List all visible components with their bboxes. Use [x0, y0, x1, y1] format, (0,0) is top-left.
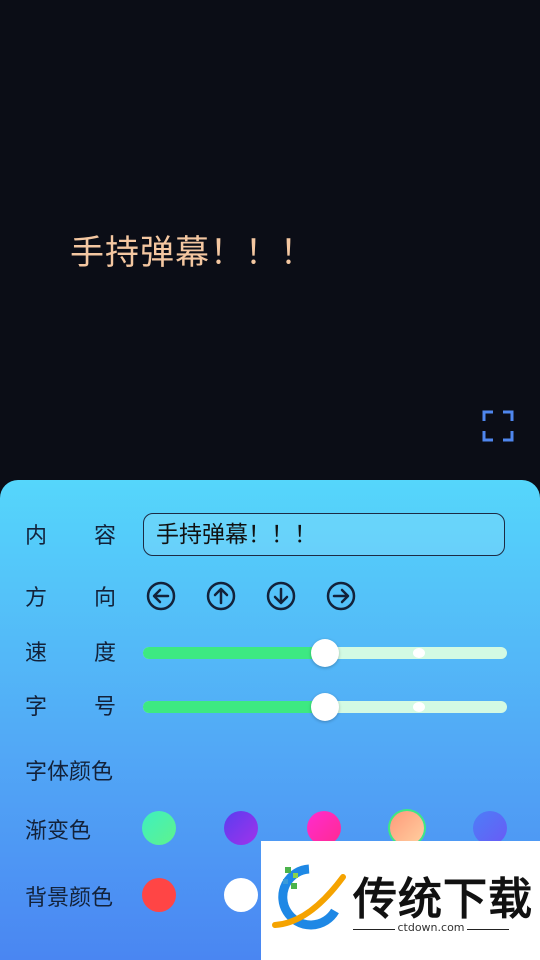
watermark-subtitle: ctdown.com: [397, 921, 465, 934]
gradient-label: 渐变色: [25, 819, 92, 844]
size-slider[interactable]: [143, 693, 507, 721]
gradient-swatch-3[interactable]: [307, 811, 341, 845]
gradient-swatch-4[interactable]: [390, 811, 424, 845]
arrow-down-circle-icon[interactable]: [266, 581, 296, 611]
watermark-line-right: [467, 929, 509, 930]
background-swatch-white[interactable]: [224, 878, 258, 912]
font-color-label: 字体颜色: [25, 760, 114, 785]
content-label: 内 容: [25, 524, 118, 549]
background-swatch-red[interactable]: [142, 878, 176, 912]
direction-label: 方 向: [25, 586, 118, 611]
danmaku-preview: 手持弹幕！！！: [0, 0, 540, 480]
speed-slider-fill: [143, 647, 325, 659]
preview-text: 手持弹幕！！！: [70, 233, 315, 273]
arrow-left-circle-icon[interactable]: [146, 581, 176, 611]
gradient-swatch-5[interactable]: [473, 811, 507, 845]
speed-slider[interactable]: [143, 639, 507, 667]
watermark-title: 传统下载: [353, 874, 533, 925]
speed-label: 速 度: [25, 641, 118, 666]
gradient-swatch-2[interactable]: [224, 811, 258, 845]
speed-slider-thumb[interactable]: [311, 639, 339, 667]
arrow-up-circle-icon[interactable]: [206, 581, 236, 611]
speed-slider-mark: [413, 648, 425, 658]
size-label: 字 号: [25, 695, 118, 720]
content-input[interactable]: 手持弹幕！！！: [143, 513, 505, 556]
size-slider-thumb[interactable]: [311, 693, 339, 721]
watermark-emblem-icon: [272, 864, 346, 930]
arrow-right-circle-icon[interactable]: [326, 581, 356, 611]
background-color-label: 背景颜色: [25, 886, 114, 911]
size-slider-mark: [413, 702, 425, 712]
watermark-logo: 传统下载 ctdown.com: [261, 841, 540, 960]
size-slider-fill: [143, 701, 325, 713]
gradient-swatch-1[interactable]: [142, 811, 176, 845]
fullscreen-icon[interactable]: [482, 410, 514, 442]
